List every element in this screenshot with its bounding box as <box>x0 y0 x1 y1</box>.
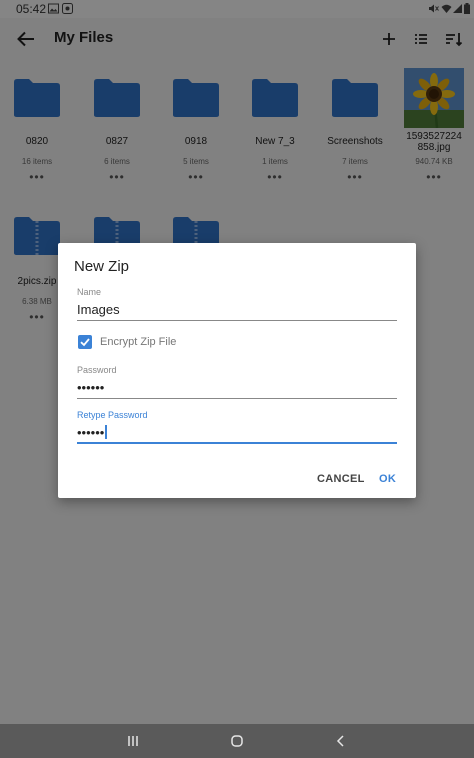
password-input[interactable]: •••••• <box>77 375 397 399</box>
name-field[interactable]: Name Images <box>77 287 397 321</box>
name-input[interactable]: Images <box>77 297 397 321</box>
cancel-button[interactable]: CANCEL <box>317 473 365 485</box>
checkmark-icon <box>80 338 90 347</box>
ok-button[interactable]: OK <box>379 473 396 485</box>
system-nav-bar <box>0 724 474 758</box>
encrypt-label[interactable]: Encrypt Zip File <box>100 336 176 348</box>
nav-back-icon[interactable] <box>334 734 348 748</box>
password-label: Password <box>77 365 117 375</box>
retype-password-input[interactable]: •••••• <box>77 420 397 444</box>
recents-icon[interactable] <box>126 734 140 748</box>
encrypt-checkbox[interactable] <box>78 335 92 349</box>
text-caret <box>105 425 107 439</box>
name-label: Name <box>77 287 102 297</box>
password-field[interactable]: Password •••••• <box>77 365 397 399</box>
retype-password-field[interactable]: Retype Password •••••• <box>77 410 397 444</box>
new-zip-dialog: New Zip Name Images Encrypt Zip File Pas… <box>58 243 416 498</box>
dialog-title: New Zip <box>74 258 130 275</box>
home-icon[interactable] <box>230 734 244 748</box>
retype-password-label: Retype Password <box>77 410 148 420</box>
